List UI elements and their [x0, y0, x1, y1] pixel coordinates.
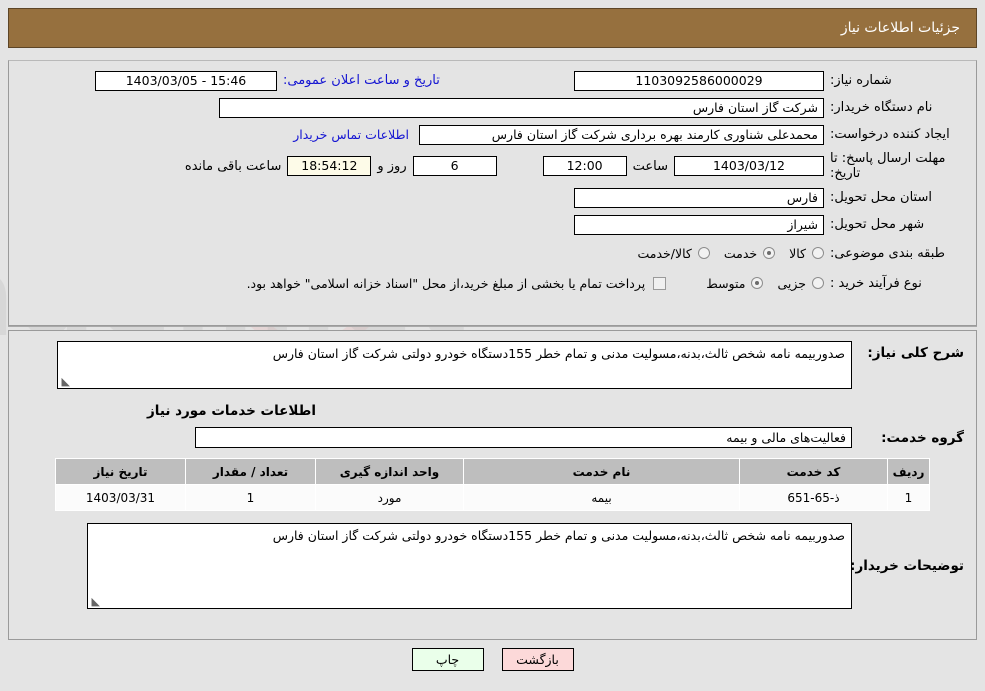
- resize-grip-icon[interactable]: ◣: [60, 376, 70, 387]
- radio-label-motevaset: متوسط: [706, 275, 746, 291]
- label-deadline-text: مهلت ارسال پاسخ: تا تاریخ:: [830, 151, 946, 181]
- row-category: طبقه بندی موضوعی: کالا خدمت کالا/خدمت: [9, 238, 976, 268]
- value-days-remaining: 6: [412, 156, 497, 176]
- row-buyer-notes: توضیحات خریدار: صدوربیمه نامه شخص ثالث،ب…: [9, 511, 976, 609]
- checkbox-treasury-docs[interactable]: [653, 276, 667, 290]
- th-qty: تعداد / مقدار: [185, 458, 316, 485]
- value-deadline-hour: 12:00: [542, 156, 627, 176]
- label-general-desc: شرح کلی نیاز:: [867, 345, 964, 361]
- th-unit: واحد اندازه گیری: [315, 458, 464, 485]
- table-header-row: ردیف کد خدمت نام خدمت واحد اندازه گیری ت…: [55, 458, 930, 485]
- value-delivery-city: شیراز: [574, 214, 824, 235]
- needs-table-wrap: ردیف کد خدمت نام خدمت واحد اندازه گیری ت…: [9, 458, 976, 511]
- radio-category-kala-khedmat[interactable]: کالا/خدمت: [623, 245, 710, 261]
- label-treasury-docs: پرداخت تمام یا بخشی از مبلغ خرید،از محل …: [246, 275, 646, 291]
- row-buyer-org: نام دستگاه خریدار: شرکت گاز استان فارس: [9, 94, 976, 121]
- row-purchase-type: نوع فرآیند خرید : جزیی متوسط پرداخت تمام…: [9, 268, 976, 298]
- action-button-bar: بازگشت چاپ: [0, 648, 985, 671]
- row-delivery-province: استان محل تحویل: فارس: [9, 184, 976, 211]
- general-desc-textarea[interactable]: صدوربیمه نامه شخص ثالث،بدنه،مسولیت مدنی …: [57, 341, 852, 389]
- cell-unit: مورد: [315, 484, 464, 511]
- radio-icon-motevaset[interactable]: [751, 277, 764, 289]
- buyer-notes-textarea[interactable]: صدوربیمه نامه شخص ثالث،بدنه،مسولیت مدنی …: [87, 523, 852, 609]
- label-deadline: مهلت ارسال پاسخ: تا تاریخ:: [824, 151, 964, 181]
- radio-label-kala: کالا: [789, 245, 806, 261]
- value-deadline-date: 1403/03/12: [674, 156, 824, 176]
- value-service-group: فعالیت‌های مالی و بیمه: [195, 427, 852, 448]
- value-announce-datetime: 15:46 - 1403/03/05: [95, 70, 277, 91]
- row-requester: ایجاد کننده درخواست: محمدعلی شناوری کارم…: [9, 121, 976, 148]
- cell-name: بیمه: [463, 484, 740, 511]
- value-buyer-org: شرکت گاز استان فارس: [219, 97, 824, 118]
- radio-label-jozei: جزیی: [777, 275, 806, 291]
- label-need-number: شماره نیاز:: [830, 73, 892, 88]
- row-service-group: گروه خدمت: فعالیت‌های مالی و بیمه: [9, 419, 976, 448]
- cell-radif: 1: [887, 484, 930, 511]
- radio-icon-khedmat[interactable]: [763, 247, 776, 259]
- label-deadline-hour: ساعت: [632, 158, 668, 174]
- cell-code: ذ-65-651: [739, 484, 888, 511]
- radio-purchase-jozei[interactable]: جزیی: [763, 276, 824, 291]
- label-purchase-type: نوع فرآیند خرید :: [830, 275, 922, 291]
- services-section-title: اطلاعات خدمات مورد نیاز: [146, 403, 316, 419]
- th-code: کد خدمت: [739, 458, 888, 485]
- radio-icon-kala-khedmat[interactable]: [697, 247, 710, 259]
- radio-category-kala[interactable]: کالا: [775, 246, 824, 261]
- th-radif: ردیف: [887, 458, 930, 485]
- label-buyer-notes: توضیحات خریدار:: [850, 558, 964, 574]
- label-announce-datetime: تاریخ و ساعت اعلان عمومی:: [283, 73, 440, 88]
- details-panel: شرح کلی نیاز: صدوربیمه نامه شخص ثالث،بدن…: [8, 330, 977, 640]
- general-desc-value: صدوربیمه نامه شخص ثالث،بدنه،مسولیت مدنی …: [272, 346, 845, 361]
- buyer-notes-value: صدوربیمه نامه شخص ثالث،بدنه،مسولیت مدنی …: [272, 528, 845, 543]
- th-date: تاریخ نیاز: [55, 458, 186, 485]
- window-title-bar: جزئیات اطلاعات نیاز: [8, 8, 977, 48]
- page-title: جزئیات اطلاعات نیاز: [840, 20, 960, 36]
- value-requester: محمدعلی شناوری کارمند بهره برداری شرکت گ…: [419, 124, 824, 145]
- page-root: AriaTender.net جزئیات اطلاعات نیاز شماره…: [0, 0, 985, 691]
- value-delivery-province: فارس: [574, 187, 824, 208]
- table-row: 1 ذ-65-651 بیمه مورد 1 1403/03/31: [55, 484, 930, 511]
- radio-icon-jozei[interactable]: [812, 277, 824, 289]
- print-button[interactable]: چاپ: [411, 648, 484, 671]
- need-info-panel: شماره نیاز: 1103092586000029 تاریخ و ساع…: [8, 60, 977, 326]
- label-delivery-city: شهر محل تحویل:: [830, 217, 925, 232]
- label-remaining: ساعت باقی مانده: [184, 158, 282, 174]
- row-general-desc: شرح کلی نیاز: صدوربیمه نامه شخص ثالث،بدن…: [9, 331, 976, 389]
- cell-qty: 1: [185, 484, 316, 511]
- row-deadline: مهلت ارسال پاسخ: تا تاریخ: 1403/03/12 سا…: [9, 148, 976, 184]
- radio-label-khedmat: خدمت: [723, 245, 758, 261]
- label-category: طبقه بندی موضوعی:: [830, 245, 946, 261]
- divider-top: [8, 326, 977, 327]
- needs-table: ردیف کد خدمت نام خدمت واحد اندازه گیری ت…: [55, 458, 930, 511]
- countdown-timer: 18:54:12: [287, 156, 372, 176]
- resize-grip-icon-notes[interactable]: ◣: [90, 596, 100, 607]
- row-need-number: شماره نیاز: 1103092586000029 تاریخ و ساع…: [9, 67, 976, 94]
- row-delivery-city: شهر محل تحویل: شیراز: [9, 211, 976, 238]
- label-requester: ایجاد کننده درخواست:: [830, 127, 950, 142]
- radio-category-khedmat[interactable]: خدمت: [710, 245, 776, 261]
- buyer-contact-link[interactable]: اطلاعات تماس خریدار: [293, 127, 409, 142]
- label-buyer-org: نام دستگاه خریدار:: [830, 100, 933, 115]
- label-service-group: گروه خدمت:: [881, 429, 964, 446]
- radio-label-kala-khedmat: کالا/خدمت: [637, 245, 692, 261]
- radio-purchase-motevaset[interactable]: متوسط: [692, 275, 764, 291]
- radio-icon-kala[interactable]: [812, 247, 824, 259]
- label-delivery-province: استان محل تحویل:: [830, 190, 932, 205]
- label-days: روز و: [377, 158, 407, 174]
- back-button[interactable]: بازگشت: [501, 648, 574, 671]
- value-need-number: 1103092586000029: [574, 70, 824, 91]
- th-name: نام خدمت: [463, 458, 740, 485]
- cell-date: 1403/03/31: [55, 484, 186, 511]
